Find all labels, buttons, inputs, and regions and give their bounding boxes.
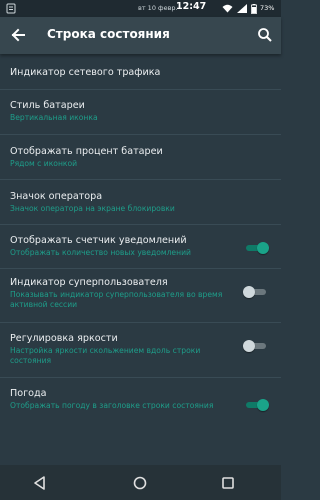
setting-brightness-control[interactable]: Регулировка яркости Настройка яркости ск…: [0, 323, 281, 378]
setting-subtitle: Отображать количество новых уведомлений: [10, 248, 191, 257]
battery-icon: [251, 3, 257, 14]
notification-count-toggle[interactable]: [243, 242, 269, 254]
setting-subtitle: Значок оператора на экране блокировки: [10, 204, 175, 213]
weather-toggle[interactable]: [243, 399, 269, 411]
back-triangle-icon[interactable]: [32, 475, 48, 491]
setting-weather[interactable]: Погода Отображать погоду в заголовке стр…: [0, 378, 281, 432]
app-toolbar: Строка состояния: [0, 17, 281, 54]
setting-title: Погода: [10, 388, 47, 399]
page-title: Строка состояния: [47, 27, 170, 41]
search-icon[interactable]: [256, 26, 274, 44]
wifi-icon: [222, 4, 233, 13]
navigation-bar: [0, 465, 281, 500]
setting-subtitle: Показывать индикатор суперпользователя в…: [10, 290, 223, 309]
status-time: 12:47: [176, 1, 207, 12]
brightness-control-toggle[interactable]: [243, 340, 269, 352]
setting-title: Отображать счетчик уведомлений: [10, 235, 187, 246]
status-date: вт 10 февр.: [138, 4, 178, 12]
setting-superuser-indicator[interactable]: Индикатор суперпользователя Показывать и…: [0, 269, 281, 323]
signal-icon: [237, 4, 247, 13]
setting-battery-percent[interactable]: Отображать процент батареи Рядом с иконк…: [0, 135, 281, 180]
setting-carrier-label[interactable]: Значок оператора Значок оператора на экр…: [0, 180, 281, 225]
setting-subtitle: Вертикальная иконка: [10, 113, 98, 122]
settings-list: Индикатор сетевого трафика Стиль батареи…: [0, 55, 281, 432]
back-arrow-icon[interactable]: [8, 25, 28, 45]
setting-title: Регулировка яркости: [10, 333, 118, 344]
setting-subtitle: Рядом с иконкой: [10, 159, 78, 168]
notification-icon: [6, 3, 16, 14]
setting-title: Индикатор сетевого трафика: [10, 67, 161, 78]
setting-subtitle: Настройка яркости скольжением вдоль стро…: [10, 346, 201, 365]
setting-notification-count[interactable]: Отображать счетчик уведомлений Отображат…: [0, 225, 281, 269]
battery-percent: 73%: [260, 4, 275, 12]
setting-title: Значок оператора: [10, 191, 103, 202]
setting-battery-style[interactable]: Стиль батареи Вертикальная иконка: [0, 90, 281, 135]
setting-title: Индикатор суперпользователя: [10, 277, 168, 288]
setting-network-traffic[interactable]: Индикатор сетевого трафика: [0, 55, 281, 90]
home-circle-icon[interactable]: [132, 475, 148, 491]
setting-title: Стиль батареи: [10, 100, 85, 111]
superuser-indicator-toggle[interactable]: [243, 286, 269, 298]
recents-square-icon[interactable]: [220, 475, 236, 491]
status-bar: вт 10 февр. 12:47 73%: [0, 0, 281, 17]
setting-title: Отображать процент батареи: [10, 146, 163, 157]
status-icons: [222, 3, 257, 14]
setting-subtitle: Отображать погоду в заголовке строки сос…: [10, 401, 214, 410]
